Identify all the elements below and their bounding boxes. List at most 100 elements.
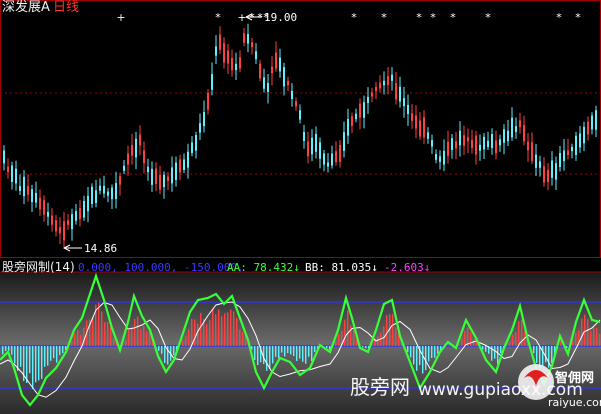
histogram-bar [35,346,37,383]
candle-body [555,163,557,180]
histogram-bar [230,309,232,346]
candle-body [523,125,525,142]
histogram-bar [416,346,418,371]
candle-body [395,83,397,100]
histogram-bar [80,334,82,346]
signal-marker: * [450,11,456,24]
histogram-bar [533,346,535,354]
histogram-bar [227,312,229,346]
candle-body [159,174,161,190]
stock-name: 深发展A [2,0,50,15]
histogram-bar [437,346,439,354]
signal-marker: + [237,11,246,24]
candle-body [55,220,57,232]
candle-body [387,76,389,85]
histogram-bar [92,316,94,346]
watermark-brand: 股旁网 [350,375,410,399]
candle-body [251,42,253,48]
histogram-bar [473,339,475,346]
histogram-bar [428,346,430,362]
candle-body [243,33,245,43]
histogram-bar [20,346,22,367]
histogram-bar [56,346,58,363]
candle-body [307,141,309,157]
candle-body [47,211,49,217]
candle-body [219,34,221,50]
histogram-bar [392,314,394,346]
histogram-bar [131,327,133,346]
candle-body [147,166,149,172]
histogram-bar [200,312,202,346]
signal-marker: * [351,11,357,24]
candle-body [475,135,477,155]
histogram-bar [194,319,196,346]
candle-body [579,133,581,148]
histogram-bar [50,346,52,361]
signal-marker: * [556,11,562,24]
histogram-bar [146,331,148,346]
candle-body [299,110,301,120]
histogram-bar [536,346,538,363]
candle-body [167,176,169,182]
candle-body [215,46,217,56]
candle-body [123,165,125,171]
signal-marker: * [430,11,436,24]
candle-body [483,136,485,150]
histogram-bar [266,346,268,371]
candle-body [539,161,541,168]
histogram-bar [434,346,436,358]
candle-body [595,110,597,130]
histogram-bar [239,329,241,346]
candle-body [23,176,25,197]
histogram-bar [188,329,190,346]
candle-body [339,145,341,162]
histogram-bar [422,346,424,374]
candlestick-series [3,23,597,250]
candle-body [51,215,53,225]
candle-body [303,132,305,142]
candle-body [235,63,237,71]
candle-body [239,57,241,69]
candle-body [399,86,401,102]
high-price-label: 19.00 [264,11,298,24]
candle-body [591,115,593,130]
indicator-name: 股旁网制(14) [2,260,75,274]
histogram-bar [212,308,214,346]
histogram-bar [494,346,496,359]
histogram-bar [2,346,4,355]
histogram-bar [38,346,40,381]
candle-body [227,50,229,64]
signal-marker: * [575,11,581,24]
histogram-bar [29,346,31,374]
histogram-bar [512,334,514,346]
histogram-bar [500,346,502,354]
candle-body [503,129,505,143]
histogram-bar [461,338,463,346]
candle-body [439,156,441,162]
histogram-bar [377,336,379,346]
candle-body [127,153,129,165]
histogram-bar [206,324,208,346]
histogram-bar [98,302,100,346]
candle-body [471,139,473,149]
histogram-bar [185,335,187,346]
candle-body [291,90,293,100]
histogram-bar [137,316,139,346]
histogram-bar [590,330,592,346]
candle-body [283,67,285,87]
histogram-bar [338,334,340,346]
candle-body [415,115,417,129]
candle-body [43,200,45,215]
histogram-bar [173,346,175,356]
candle-body [95,190,97,203]
histogram-bar [425,346,427,371]
candle-body [331,153,333,166]
stock-chart-window: +*+*********** 深发展A 日线 19.00 14.86 股旁网制(… [0,0,601,414]
candle-body [231,57,233,71]
histogram-bar [431,346,433,359]
candle-body [383,80,385,86]
histogram-bar [164,346,166,363]
watermark-logo-url: raiyue.com [548,396,601,409]
difference-value: -2.603↓ [384,261,431,274]
histogram-bar [581,318,583,346]
